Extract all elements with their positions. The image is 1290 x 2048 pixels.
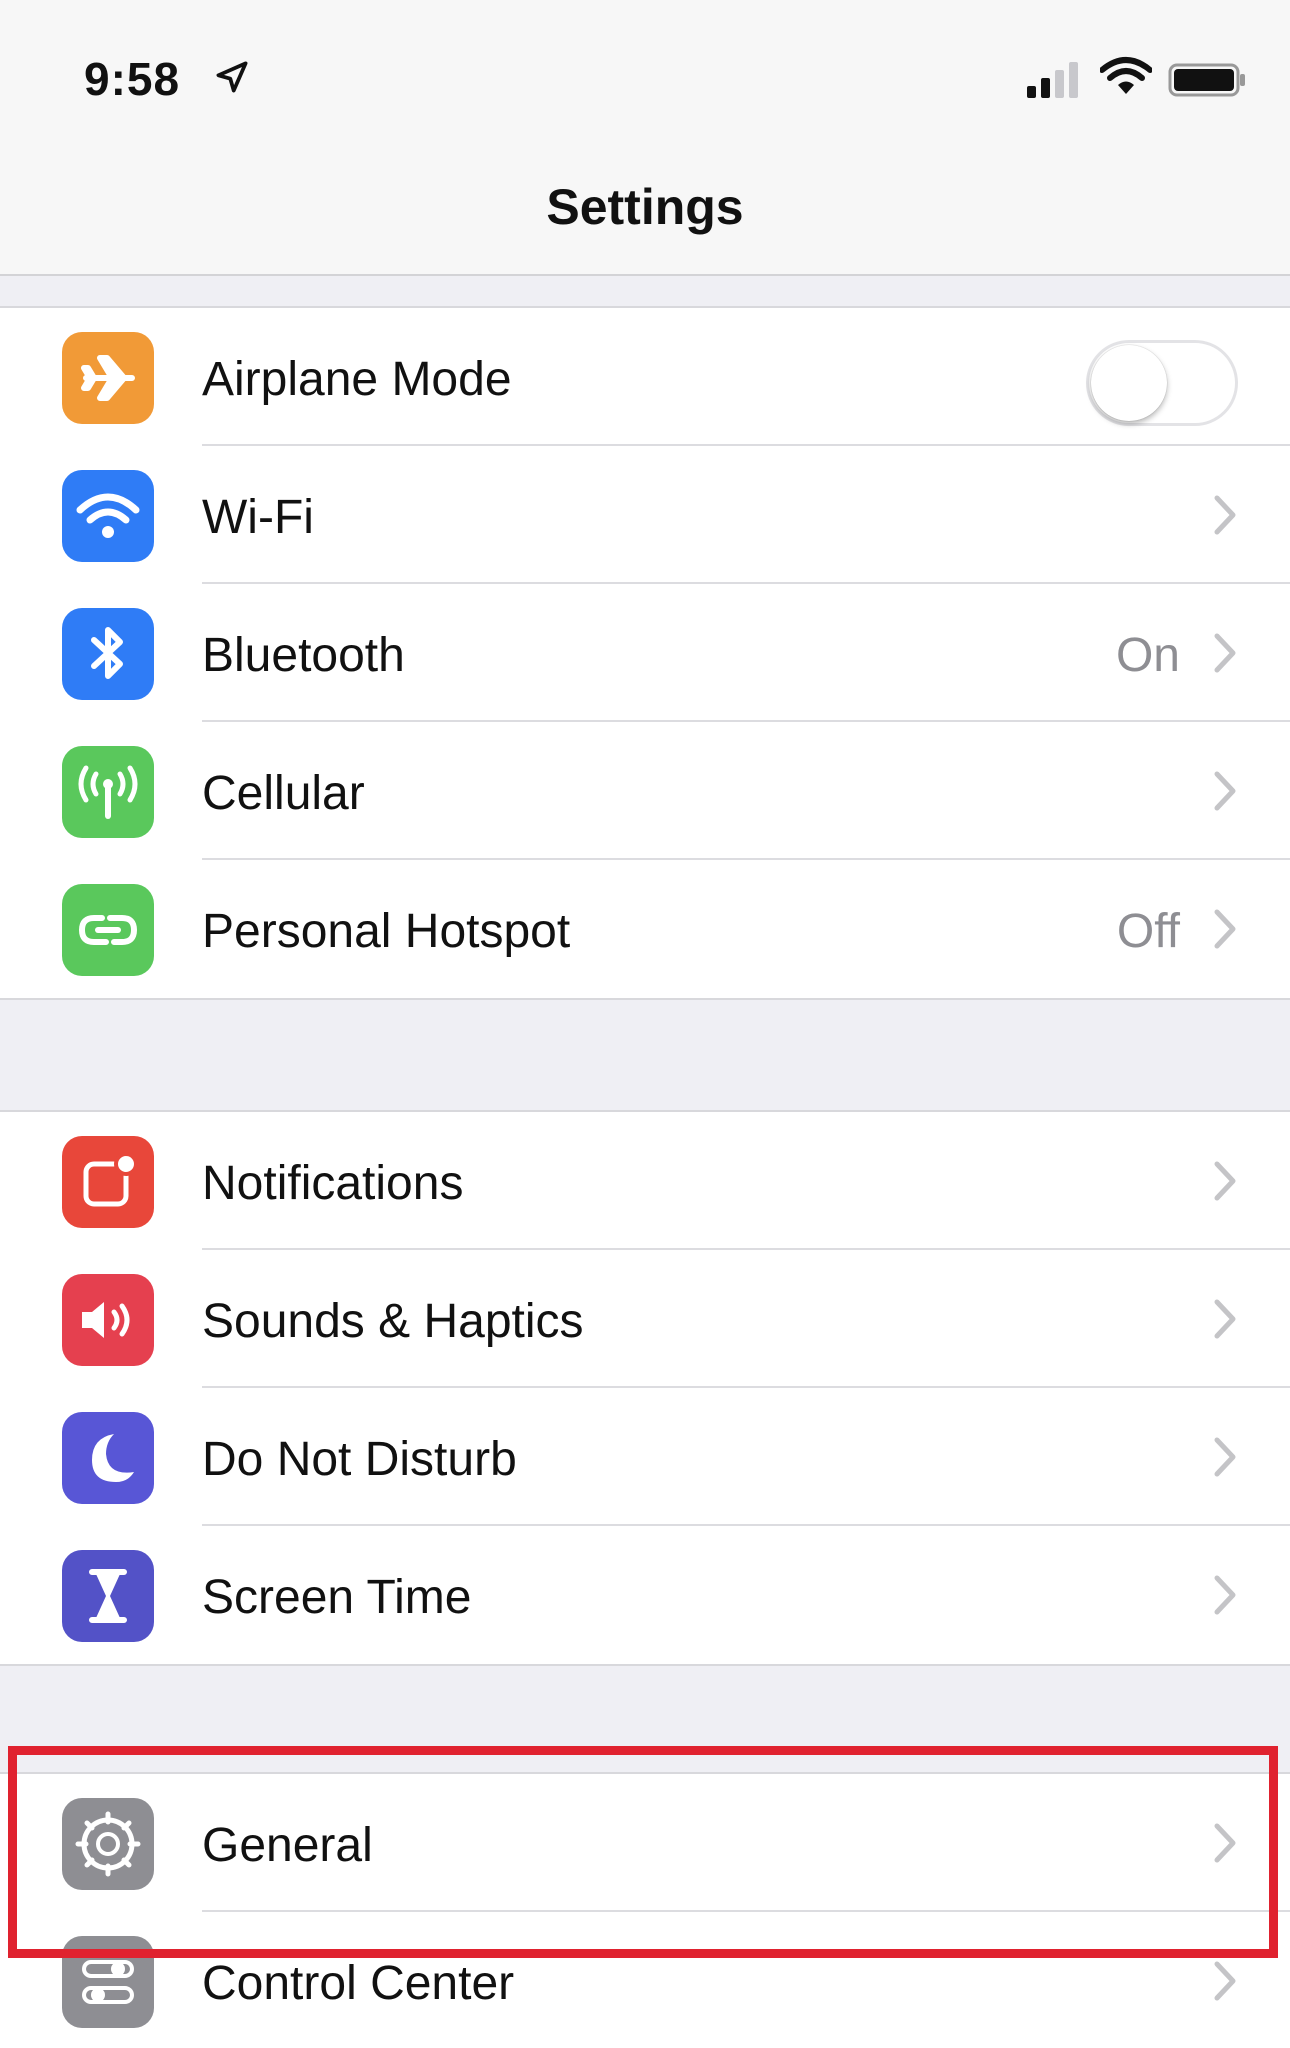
antenna-icon [78, 765, 138, 819]
hotspot-icon [78, 915, 138, 945]
settings-row-label: Control Center [202, 1957, 515, 2010]
page-title: Settings [546, 179, 744, 235]
settings-row-label: Cellular [202, 767, 365, 820]
settings-row-value: Off [1116, 905, 1180, 958]
settings-row-screen-time[interactable]: Screen Time [0, 1526, 1290, 1664]
speaker-icon [82, 1302, 130, 1338]
settings-row-sounds-haptics[interactable]: Sounds & Haptics [0, 1250, 1290, 1388]
settings-screen: 9:58 Settings Airplane Mode Wi-Fi Blueto… [0, 0, 1290, 2048]
battery-icon [1168, 63, 1245, 97]
settings-row-bluetooth[interactable]: Bluetooth On [0, 584, 1290, 722]
status-time: 9:58 [84, 53, 181, 105]
settings-row-airplane-mode: Airplane Mode [0, 308, 1290, 446]
settings-row-notifications[interactable]: Notifications [0, 1112, 1290, 1250]
toggle-knob [1091, 345, 1167, 421]
settings-row-personal-hotspot[interactable]: Personal Hotspot Off [0, 860, 1290, 998]
hourglass-icon [89, 1569, 127, 1623]
chevron-right-icon [1214, 1961, 1236, 2001]
connectivity-section: Airplane Mode Wi-Fi Bluetooth On Cellula… [0, 306, 1290, 1000]
settings-row-control-center[interactable]: Control Center [0, 1912, 1290, 2048]
settings-row-label: Personal Hotspot [202, 905, 571, 958]
chevron-right-icon [1214, 633, 1236, 673]
chevron-right-icon [1214, 1437, 1236, 1477]
settings-row-label: Wi-Fi [202, 491, 314, 544]
general-section: General Control Center [0, 1772, 1290, 2048]
chevron-right-icon [1214, 495, 1236, 535]
chevron-right-icon [1214, 909, 1236, 949]
chevron-right-icon [1214, 771, 1236, 811]
notifications-section: Notifications Sounds & Haptics Do Not Di… [0, 1110, 1290, 1666]
settings-row-wifi[interactable]: Wi-Fi [0, 446, 1290, 584]
chevron-right-icon [1214, 1161, 1236, 1201]
settings-row-label: General [202, 1819, 373, 1872]
settings-row-label: Do Not Disturb [202, 1433, 517, 1486]
settings-row-label: Bluetooth [202, 629, 405, 682]
wifi-icon [76, 493, 140, 538]
airplane-mode-toggle[interactable] [1086, 340, 1238, 426]
settings-row-general[interactable]: General [0, 1774, 1290, 1912]
settings-row-label: Airplane Mode [202, 353, 512, 406]
chevron-right-icon [1214, 1823, 1236, 1863]
moon-icon [92, 1434, 134, 1482]
settings-row-label: Sounds & Haptics [202, 1295, 584, 1348]
control-center-icon [82, 1960, 134, 2004]
location-arrow-icon [216, 61, 248, 93]
gear-icon [75, 1811, 141, 1877]
settings-row-label: Notifications [202, 1157, 464, 1210]
wifi-status-icon [1100, 57, 1152, 94]
airplane-icon [81, 355, 135, 401]
settings-row-do-not-disturb[interactable]: Do Not Disturb [0, 1388, 1290, 1526]
chevron-right-icon [1214, 1299, 1236, 1339]
settings-row-value: On [1115, 629, 1180, 682]
cellular-signal-icon [1027, 62, 1078, 98]
settings-row-cellular[interactable]: Cellular [0, 722, 1290, 860]
settings-row-label: Screen Time [202, 1571, 472, 1624]
chevron-right-icon [1214, 1575, 1236, 1615]
bluetooth-icon [91, 627, 123, 679]
navigation-bar: 9:58 Settings [0, 0, 1290, 276]
notifications-icon [83, 1152, 138, 1207]
